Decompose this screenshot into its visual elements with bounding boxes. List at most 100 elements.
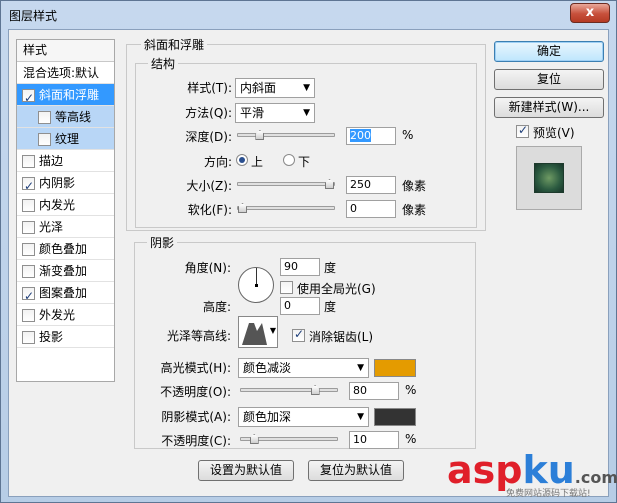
- size-unit: 像素: [402, 179, 427, 193]
- angle-label: 角度(N):: [184, 261, 231, 275]
- size-input[interactable]: 250: [346, 176, 396, 194]
- chevron-down-icon: ▼: [303, 108, 310, 118]
- technique-label: 方法(Q):: [185, 106, 232, 120]
- style-item-checkbox[interactable]: [22, 265, 35, 278]
- global-light-label: 使用全局光(G): [297, 282, 376, 296]
- style-item[interactable]: 光泽: [17, 216, 114, 238]
- make-default-button[interactable]: 设置为默认值: [198, 460, 294, 481]
- style-item-label: 混合选项:默认: [23, 66, 100, 80]
- direction-down-radio[interactable]: [283, 154, 295, 166]
- style-item[interactable]: 外发光: [17, 304, 114, 326]
- shadow-color-swatch[interactable]: [374, 408, 416, 426]
- style-item[interactable]: 纹理: [17, 128, 114, 150]
- highlight-opacity-input[interactable]: 80: [349, 382, 399, 400]
- soften-input[interactable]: 0: [346, 200, 396, 218]
- gloss-contour-icon: [242, 323, 267, 345]
- chevron-down-icon: ▼: [357, 412, 364, 422]
- style-item-checkbox[interactable]: ✓: [22, 89, 35, 105]
- depth-unit: %: [402, 128, 414, 142]
- shading-title: 阴影: [147, 234, 178, 251]
- style-item-label: 图案叠加: [39, 286, 88, 300]
- depth-slider-thumb[interactable]: [255, 130, 265, 140]
- watermark-tagline: 免费网站源码下载站!: [506, 489, 591, 499]
- shadow-opacity-unit: %: [405, 432, 417, 446]
- altitude-input[interactable]: 0: [280, 297, 320, 315]
- highlight-opacity-thumb[interactable]: [310, 385, 320, 395]
- size-label: 大小(Z):: [186, 179, 232, 193]
- depth-value: 200: [350, 129, 371, 142]
- antialias-checkbox[interactable]: ✓: [292, 327, 305, 342]
- structure-group: 结构 样式(T): 内斜面 ▼ 方法(Q): 平滑 ▼ 深度(D): 200 % 方…: [135, 55, 477, 228]
- reset-default-button[interactable]: 复位为默认值: [308, 460, 404, 481]
- highlight-opacity-slider[interactable]: [240, 385, 338, 395]
- style-select[interactable]: 内斜面 ▼: [235, 78, 315, 98]
- style-item-label: 投影: [39, 330, 64, 344]
- style-item-checkbox[interactable]: [22, 221, 35, 234]
- style-item[interactable]: 混合选项:默认: [17, 62, 114, 84]
- style-item[interactable]: ✓ 图案叠加: [17, 282, 114, 304]
- depth-label: 深度(D):: [185, 130, 232, 144]
- style-item-checkbox[interactable]: [22, 309, 35, 322]
- size-slider-thumb[interactable]: [325, 179, 334, 189]
- shadow-mode-select[interactable]: 颜色加深 ▼: [238, 407, 369, 427]
- soften-unit: 像素: [402, 203, 427, 217]
- style-item-label: 颜色叠加: [39, 242, 88, 256]
- highlight-opacity-unit: %: [405, 383, 417, 397]
- style-item[interactable]: 描边: [17, 150, 114, 172]
- style-item-label: 描边: [39, 154, 64, 168]
- style-item-checkbox[interactable]: [38, 133, 51, 146]
- shadow-opacity-thumb[interactable]: [249, 434, 259, 444]
- style-item-checkbox[interactable]: [38, 111, 51, 124]
- chevron-down-icon: ▼: [357, 363, 364, 373]
- altitude-unit: 度: [324, 300, 337, 314]
- angle-dial[interactable]: [238, 267, 274, 303]
- direction-up-label: 上: [251, 155, 264, 169]
- preview-checkbox[interactable]: ✓: [516, 123, 529, 138]
- shadow-mode-label: 阴影模式(A):: [161, 410, 231, 424]
- style-item-checkbox[interactable]: [22, 331, 35, 344]
- direction-label: 方向:: [203, 155, 232, 169]
- style-item[interactable]: 内发光: [17, 194, 114, 216]
- size-slider[interactable]: [237, 179, 335, 189]
- technique-select[interactable]: 平滑 ▼: [235, 103, 315, 123]
- style-item-checkbox[interactable]: ✓: [22, 177, 35, 193]
- highlight-color-swatch[interactable]: [374, 359, 416, 377]
- chevron-down-icon: ▼: [269, 326, 276, 335]
- direction-up-radio[interactable]: [236, 154, 248, 166]
- style-item-label: 内阴影: [39, 176, 76, 190]
- antialias-label: 消除锯齿(L): [309, 330, 374, 344]
- depth-input[interactable]: 200: [346, 127, 396, 145]
- style-item-checkbox[interactable]: [22, 243, 35, 256]
- style-item-checkbox[interactable]: [22, 199, 35, 212]
- reset-button[interactable]: 复位: [494, 69, 604, 90]
- style-item-label: 外发光: [39, 308, 76, 322]
- angle-input[interactable]: 90: [280, 258, 320, 276]
- preview-label: 预览(V): [533, 126, 575, 140]
- direction-down-label: 下: [298, 155, 311, 169]
- depth-slider[interactable]: [237, 130, 335, 140]
- gloss-contour-label: 光泽等高线:: [166, 329, 231, 343]
- soften-slider[interactable]: [237, 203, 335, 213]
- style-item[interactable]: 等高线: [17, 106, 114, 128]
- shadow-opacity-slider[interactable]: [240, 434, 338, 444]
- shadow-opacity-label: 不透明度(C):: [161, 434, 231, 448]
- styles-list-header[interactable]: 样式: [17, 40, 114, 62]
- ok-button[interactable]: 确定: [494, 41, 604, 62]
- soften-slider-thumb[interactable]: [238, 203, 247, 213]
- style-item-checkbox[interactable]: [22, 155, 35, 168]
- style-item[interactable]: 渐变叠加: [17, 260, 114, 282]
- altitude-label: 高度:: [202, 300, 231, 314]
- highlight-mode-select[interactable]: 颜色减淡 ▼: [238, 358, 369, 378]
- style-item-checkbox[interactable]: ✓: [22, 287, 35, 303]
- style-item[interactable]: ✓ 斜面和浮雕: [17, 84, 114, 106]
- style-item[interactable]: 投影: [17, 326, 114, 348]
- global-light-checkbox[interactable]: [280, 281, 293, 294]
- style-item-label: 斜面和浮雕: [39, 88, 100, 102]
- style-item[interactable]: ✓ 内阴影: [17, 172, 114, 194]
- close-button[interactable]: x: [570, 3, 610, 23]
- gloss-contour-picker[interactable]: ▼: [238, 316, 278, 348]
- style-item[interactable]: 颜色叠加: [17, 238, 114, 260]
- angle-dial-needle: [256, 268, 257, 285]
- shadow-opacity-input[interactable]: 10: [349, 431, 399, 449]
- new-style-button[interactable]: 新建样式(W)...: [494, 97, 604, 118]
